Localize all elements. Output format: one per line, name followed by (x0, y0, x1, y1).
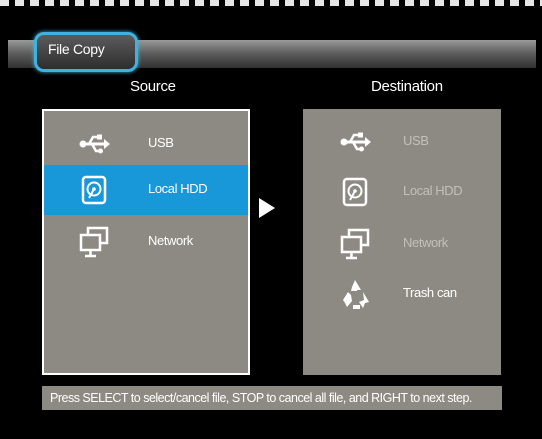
destination-item-usb: USB (303, 117, 501, 167)
source-panel: USB Local HDD Network (42, 109, 250, 375)
source-heading: Source (130, 78, 176, 95)
hdd-icon (81, 175, 107, 205)
destination-item-label: Trash can (403, 285, 457, 300)
source-item-network[interactable]: Network (44, 217, 248, 267)
page-title: File Copy (48, 41, 105, 57)
source-item-label: USB (148, 135, 174, 150)
usb-icon (340, 132, 371, 152)
next-step-arrow-icon (259, 198, 275, 218)
source-item-local-hdd[interactable]: Local HDD (44, 165, 248, 215)
hdd-icon (342, 177, 368, 207)
network-icon (340, 228, 370, 260)
destination-panel: USB Local HDD Network Trash can (303, 109, 501, 375)
top-dashed-bar (0, 0, 542, 12)
network-icon (79, 226, 109, 258)
destination-item-label: Network (403, 235, 448, 250)
source-item-label: Network (148, 233, 193, 248)
source-item-label: Local HDD (148, 181, 208, 196)
destination-item-trash-can[interactable]: Trash can (303, 269, 501, 319)
destination-item-label: USB (403, 133, 429, 148)
destination-item-local-hdd: Local HDD (303, 167, 501, 217)
source-item-usb[interactable]: USB (44, 119, 248, 169)
destination-item-network: Network (303, 219, 501, 269)
destination-item-label: Local HDD (403, 183, 463, 198)
recycle-icon (343, 280, 369, 309)
destination-heading: Destination (371, 78, 443, 95)
usb-icon (79, 134, 110, 154)
status-hint: Press SELECT to select/cancel file, STOP… (42, 386, 502, 410)
